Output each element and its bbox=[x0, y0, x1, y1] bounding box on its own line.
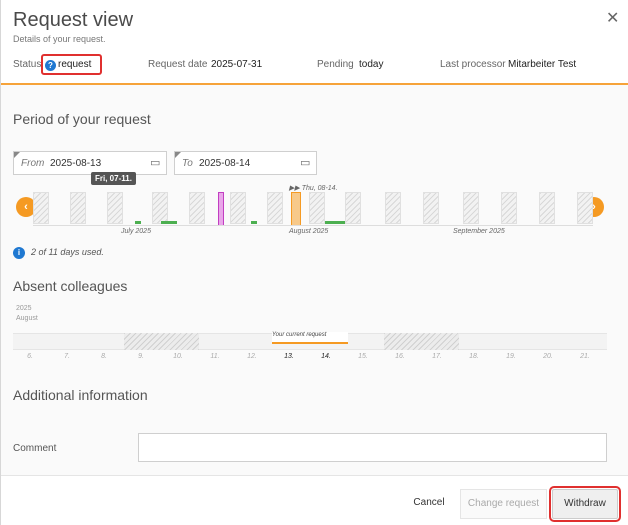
comment-input[interactable] bbox=[138, 433, 607, 462]
pending-value: today bbox=[359, 59, 384, 70]
corner-marker bbox=[14, 152, 20, 158]
day-label: 9. bbox=[138, 353, 144, 360]
day-label: 8. bbox=[101, 353, 107, 360]
to-value: 2025-08-14 bbox=[199, 158, 251, 169]
request-view-dialog: Request view Details of your request. ✕ … bbox=[0, 0, 628, 525]
info-icon: i bbox=[13, 247, 25, 259]
weekend-block bbox=[70, 192, 86, 224]
weekend-block bbox=[577, 192, 593, 224]
from-value: 2025-08-13 bbox=[50, 158, 102, 169]
day-label: 16. bbox=[395, 353, 405, 360]
day-label: 13. bbox=[284, 353, 294, 360]
used-day-bar bbox=[251, 221, 257, 224]
corner-marker bbox=[175, 152, 181, 158]
to-label: To bbox=[182, 158, 193, 169]
pending-label: Pending bbox=[317, 59, 354, 70]
additional-info-title: Additional information bbox=[13, 387, 148, 403]
days-used-info: i2 of 11 days used. bbox=[13, 247, 104, 259]
request-date-label: Request date bbox=[148, 59, 208, 70]
timeline-axis bbox=[33, 225, 593, 226]
weekend-block bbox=[267, 192, 283, 224]
status-value[interactable]: ? request bbox=[45, 59, 91, 71]
from-date-field[interactable]: From 2025-08-13 ▭ bbox=[13, 151, 167, 175]
weekend-block bbox=[463, 192, 479, 224]
month-label: September 2025 bbox=[453, 228, 505, 235]
day-label: 7. bbox=[64, 353, 70, 360]
request-date-value: 2025-07-31 bbox=[211, 59, 263, 70]
from-label: From bbox=[21, 158, 45, 169]
year-label: 2025 bbox=[16, 305, 32, 312]
period-timeline[interactable] bbox=[33, 192, 593, 228]
day-label: 11. bbox=[210, 353, 220, 360]
day-label: 20. bbox=[543, 353, 553, 360]
month-label: July 2025 bbox=[121, 228, 151, 235]
weekend-block bbox=[107, 192, 123, 224]
weekend-block bbox=[539, 192, 555, 224]
calendar-icon[interactable]: ▭ bbox=[150, 156, 160, 169]
close-icon[interactable]: ✕ bbox=[606, 8, 619, 28]
absent-colleagues-title: Absent colleagues bbox=[13, 278, 128, 294]
day-label: 17. bbox=[432, 353, 442, 360]
weekend-block bbox=[385, 192, 401, 224]
weekend-block bbox=[345, 192, 361, 224]
day-label: 12. bbox=[247, 353, 257, 360]
date-tooltip: Fri, 07-11. bbox=[91, 172, 136, 185]
current-request-marker bbox=[291, 192, 301, 226]
request-date-marker: ▶▶ Thu, 08-14. bbox=[289, 185, 338, 192]
day-label: 10. bbox=[173, 353, 183, 360]
day-label: 6. bbox=[27, 353, 33, 360]
change-request-button[interactable]: Change request bbox=[460, 489, 547, 519]
day-label: 15. bbox=[358, 353, 368, 360]
used-day-bar bbox=[161, 221, 177, 224]
used-day-bar bbox=[135, 221, 141, 224]
weekend-block bbox=[124, 333, 199, 350]
weekend-block bbox=[189, 192, 205, 224]
dialog-title: Request view bbox=[13, 9, 134, 31]
weekend-block bbox=[384, 333, 459, 350]
status-label: Status bbox=[13, 59, 42, 70]
holiday-marker bbox=[218, 192, 224, 226]
withdraw-button[interactable]: Withdraw bbox=[549, 486, 621, 522]
last-processor-label: Last processor bbox=[440, 59, 506, 70]
calendar-icon[interactable]: ▭ bbox=[300, 156, 310, 169]
cancel-button[interactable]: Cancel bbox=[406, 489, 452, 519]
day-label: 21. bbox=[580, 353, 590, 360]
weekend-block bbox=[33, 192, 49, 224]
question-icon: ? bbox=[45, 60, 56, 71]
dialog-header: Request view Details of your request. ✕ … bbox=[1, 0, 628, 85]
weekend-block bbox=[152, 192, 168, 224]
dialog-footer: Cancel Change request Withdraw bbox=[1, 475, 628, 525]
weekend-block bbox=[309, 192, 325, 224]
current-request-bar: Your current request bbox=[272, 332, 348, 344]
dialog-subtitle: Details of your request. bbox=[13, 34, 106, 44]
month-label: August bbox=[16, 315, 38, 322]
weekend-block bbox=[230, 192, 246, 224]
weekend-block bbox=[501, 192, 517, 224]
used-day-bar bbox=[325, 221, 345, 224]
weekend-block bbox=[423, 192, 439, 224]
day-label: 14. bbox=[321, 353, 331, 360]
day-label: 19. bbox=[506, 353, 516, 360]
month-label: August 2025 bbox=[289, 228, 329, 235]
day-label: 18. bbox=[469, 353, 479, 360]
period-title: Period of your request bbox=[13, 111, 151, 127]
last-processor-value: Mitarbeiter Test bbox=[508, 59, 577, 70]
to-date-field[interactable]: To 2025-08-14 ▭ bbox=[174, 151, 317, 175]
comment-label: Comment bbox=[13, 443, 57, 454]
